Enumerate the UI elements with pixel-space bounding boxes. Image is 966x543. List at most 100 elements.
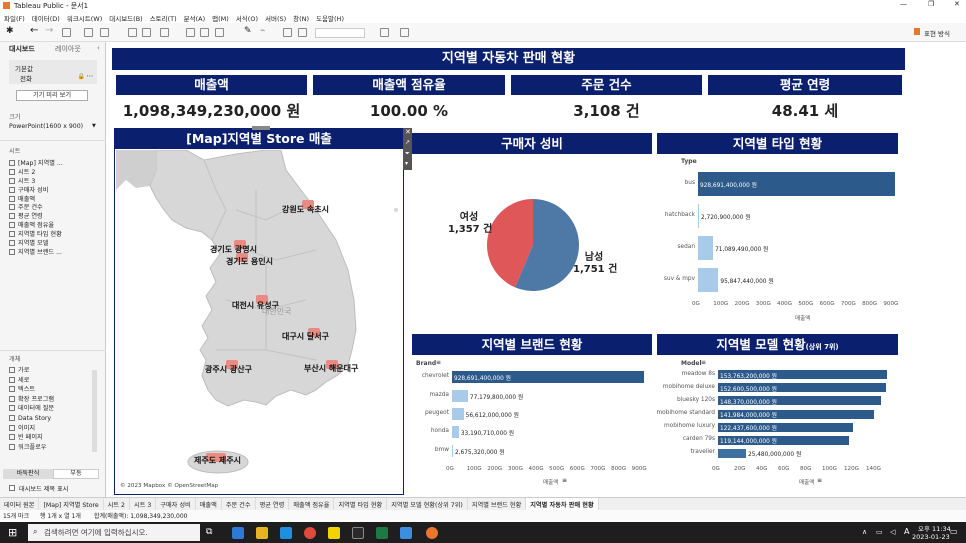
bar[interactable] (718, 448, 747, 458)
highlight-icon[interactable]: ✎ (244, 26, 252, 36)
size-dropdown[interactable]: PowerPoint(1600 x 900) (9, 123, 83, 130)
input-lang-indicator[interactable]: A (904, 527, 909, 536)
floating-button[interactable]: 부동 (53, 469, 99, 479)
save-icon[interactable] (84, 28, 93, 37)
brand-bar-chart[interactable]: chevrolet 928,691,400,000 원 mazda 77,179,80… (422, 368, 648, 472)
menu-item[interactable]: 서식(O) (236, 15, 258, 23)
objects-scrollbar[interactable] (92, 370, 97, 452)
close-button[interactable]: ✕ (954, 0, 960, 8)
bar[interactable] (452, 408, 464, 420)
device-list[interactable]: 기본값 전화 🔒 ⋯ (9, 60, 97, 84)
menu-item[interactable]: 대시보드(B) (109, 15, 142, 23)
back-icon[interactable]: ← (30, 25, 38, 36)
axis-sort-icon[interactable]: ≡ (817, 477, 822, 484)
menu-item[interactable]: 맵(M) (212, 15, 229, 23)
forward-icon[interactable]: → (45, 25, 53, 36)
chrome-icon[interactable] (304, 527, 316, 539)
object-list-item[interactable]: Data Story (9, 414, 95, 424)
menu-item[interactable]: 파일(F) (4, 15, 25, 23)
tableau-mark-icon[interactable]: ✱ (6, 26, 14, 36)
type-bar-chart[interactable]: bus 928,691,400,000 원 hatchback 2,720,900,0… (664, 168, 900, 307)
swap-icon[interactable] (160, 28, 169, 37)
object-list-item[interactable]: 이미지 (9, 424, 95, 434)
sheet-list-item[interactable]: 시트 3 (9, 177, 105, 187)
collapse-pane-icon[interactable]: ‹ (97, 44, 100, 52)
excel-icon[interactable] (376, 527, 388, 539)
sort-desc-icon[interactable] (200, 28, 209, 37)
show-title-checkbox[interactable] (9, 485, 15, 491)
sheet-list-item[interactable]: 지역별 브랜드 ... (9, 248, 105, 258)
sheet-list-item[interactable]: 주문 건수 (9, 204, 105, 213)
menu-item[interactable]: 워크시트(W) (67, 15, 102, 23)
menu-item[interactable]: 데이터(D) (32, 15, 60, 23)
windows-start-icon[interactable]: ⊞ (8, 526, 17, 539)
app-icon[interactable] (400, 527, 412, 539)
bar[interactable] (452, 426, 459, 439)
volume-icon[interactable]: ◁ (890, 528, 895, 536)
device-phone[interactable]: 전화 (20, 73, 32, 83)
menu-item[interactable]: 분석(A) (184, 15, 205, 23)
sort-asc-icon[interactable] (186, 28, 195, 37)
tab-dashboard[interactable]: 대시보드 (9, 44, 35, 54)
sort-icon[interactable]: ≡ (436, 359, 441, 366)
size-chevron-icon[interactable]: ▼ (92, 123, 96, 129)
tab-layout[interactable]: 레이아웃 (55, 44, 81, 54)
bar[interactable] (698, 236, 714, 260)
duplicate-icon[interactable] (128, 28, 137, 37)
drag-handle[interactable] (252, 126, 270, 130)
sheet-list-item[interactable]: [Map] 지역별 ... (9, 160, 105, 169)
link-icon[interactable]: ⌁ (260, 26, 265, 36)
goto-sheet-icon[interactable]: ↗ (405, 139, 410, 146)
presentation-mode-button[interactable]: 표현 방식 (924, 28, 950, 38)
object-list-item[interactable]: 텍스트 (9, 385, 95, 395)
sheet-list-item[interactable]: 구매자 성비 (9, 186, 105, 196)
more-options-icon[interactable]: ▾ (405, 160, 408, 167)
tray-chevron-icon[interactable]: ∧ (862, 528, 867, 536)
new-sheet-icon[interactable] (100, 28, 109, 37)
tableau-taskbar-icon[interactable] (426, 527, 438, 539)
menu-item[interactable]: 스토리(T) (150, 15, 177, 23)
task-view-icon[interactable]: ⧉ (206, 527, 212, 537)
object-list-item[interactable]: 데이터에 질문 (9, 404, 95, 414)
edge-icon[interactable] (280, 527, 292, 539)
more-icon[interactable]: ⋯ (87, 72, 94, 80)
sheet-list-item[interactable]: 지역별 모델 (9, 240, 105, 249)
outlook-icon[interactable] (232, 527, 244, 539)
bar[interactable] (452, 444, 453, 457)
sort-icon[interactable]: ≡ (701, 359, 706, 366)
model-bar-chart[interactable]: meadow 8s 153,763,200,000 원 mobihome delux… (657, 368, 894, 472)
kakaotalk-icon[interactable] (328, 527, 340, 539)
file-explorer-icon[interactable] (256, 527, 268, 539)
menu-item[interactable]: 서버(S) (265, 15, 286, 23)
object-list-item[interactable]: 세로 (9, 376, 95, 386)
axis-sort-icon[interactable]: ≡ (562, 477, 567, 484)
gender-pie-chart[interactable] (486, 198, 580, 292)
clock-date[interactable]: 2023-01-23 (912, 533, 950, 541)
bar[interactable] (698, 204, 699, 228)
menu-item[interactable]: 창(N) (293, 15, 309, 23)
sheet-list-item[interactable]: 지역별 타입 현황 (9, 231, 105, 240)
presentation-icon[interactable] (400, 28, 409, 37)
notification-icon[interactable]: ▭ (950, 527, 958, 536)
remove-icon[interactable]: ✕ (405, 128, 411, 136)
fit-dropdown[interactable] (315, 28, 365, 38)
tiled-button[interactable]: 바둑판식 (3, 469, 53, 479)
clear-icon[interactable] (142, 28, 151, 37)
new-datasource-icon[interactable] (62, 28, 71, 37)
map-view[interactable]: 강원도 속초시 경기도 광명시 경기도 용인시 대전시 유성구 대한민국 대구시… (116, 150, 402, 493)
network-icon[interactable]: ▭ (876, 528, 883, 536)
object-list-item[interactable]: 확장 프로그램 (9, 395, 95, 405)
sheet-list-item[interactable]: 매출액 점유율 (9, 222, 105, 231)
sheet-list-item[interactable]: 시트 2 (9, 168, 105, 178)
group-icon[interactable] (215, 28, 224, 37)
maximize-button[interactable]: ❐ (928, 0, 934, 8)
device-preview-button[interactable]: 기기 미리 보기 (16, 90, 88, 101)
object-list-item[interactable]: 워크플로우 (9, 443, 95, 453)
sheet-list-item[interactable]: 평균 연령 (9, 213, 105, 222)
object-list-item[interactable]: 가로 (9, 366, 95, 376)
filter-icon[interactable]: ⏷ (405, 150, 410, 158)
taskbar-search-input[interactable]: 검색하려면 여기에 입력하십시오. (28, 524, 200, 541)
clock-time[interactable]: 오후 11:34 (918, 523, 951, 533)
bar[interactable] (698, 268, 719, 292)
minimize-button[interactable]: — (900, 0, 907, 8)
